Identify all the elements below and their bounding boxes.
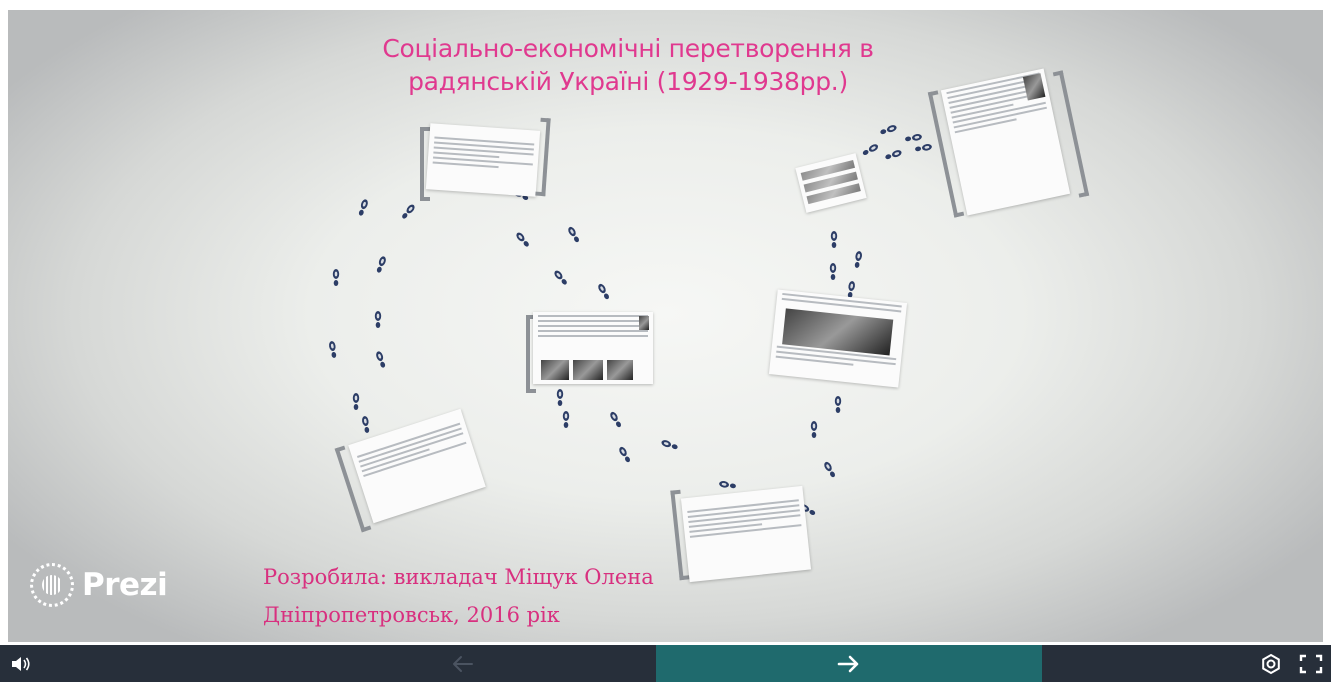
volume-icon (12, 657, 30, 671)
title-line-1: Соціально-економічні перетворення в (382, 34, 874, 63)
prezi-logo[interactable]: Prezi (30, 563, 168, 607)
prev-button[interactable] (446, 652, 478, 676)
slide-thumbnail-7[interactable] (680, 485, 812, 583)
fullscreen-button[interactable] (1296, 652, 1326, 676)
title-line-2: радянській Україні (1929-1938рр.) (408, 67, 848, 96)
presentation-title: Соціально-економічні перетворення в радя… (308, 32, 948, 98)
footprints-path (328, 123, 933, 517)
slide-thumbnail-5[interactable] (768, 289, 908, 388)
player-controls-bar (0, 645, 1331, 682)
prezi-logo-icon (30, 563, 74, 607)
city-year-line: Дніпропетровськ, 2016 рік (263, 603, 560, 627)
fullscreen-icon (1299, 654, 1323, 674)
gear-icon (1262, 653, 1280, 675)
prezi-logo-text: Prezi (82, 567, 168, 603)
presentation-canvas[interactable]: Соціально-економічні перетворення в радя… (8, 10, 1323, 642)
next-button[interactable] (656, 645, 1042, 682)
author-line: Розробила: викладач Міщук Олена (263, 565, 654, 589)
slide-thumbnail-1[interactable] (425, 123, 541, 197)
arrow-right-icon (834, 652, 864, 676)
volume-button[interactable] (6, 652, 36, 676)
arrow-left-icon (453, 656, 473, 672)
slide-thumbnail-4[interactable] (533, 312, 653, 384)
settings-button[interactable] (1258, 652, 1284, 676)
